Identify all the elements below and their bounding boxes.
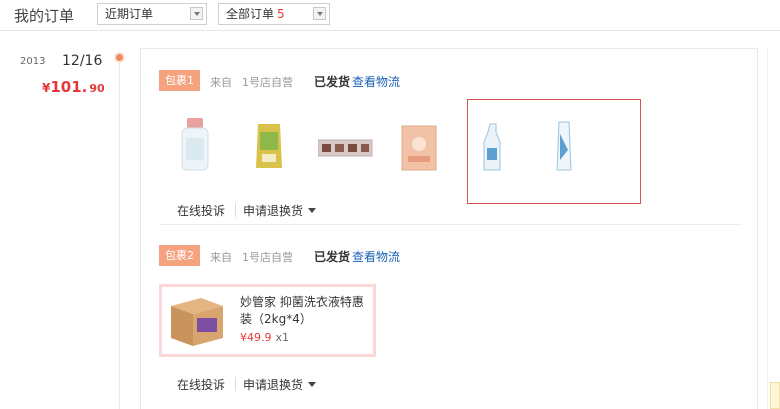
floating-tab[interactable] — [770, 382, 780, 409]
pouch-label — [260, 132, 278, 150]
from-label: 来自 — [210, 76, 232, 89]
timeline-dot — [114, 52, 125, 63]
action-divider — [235, 377, 236, 391]
complain-link[interactable]: 在线投诉 — [177, 376, 225, 393]
shipping-status: 已发货 — [314, 250, 351, 264]
selection-highlight — [467, 99, 641, 204]
order-year: 2013 — [20, 56, 46, 67]
product-wipes-box[interactable] — [400, 122, 440, 172]
bottle-label — [186, 138, 204, 160]
product-pacifier-set[interactable] — [318, 136, 374, 160]
page-title: 我的订单 — [14, 7, 75, 25]
pouch-panel — [262, 154, 276, 162]
order-total: ¥101. 90 — [42, 78, 105, 96]
header-divider — [0, 30, 780, 31]
pacifier-3 — [348, 144, 357, 152]
store-name: 1号店自营 — [242, 76, 293, 89]
box-label — [408, 156, 430, 162]
period-select[interactable]: 近期订单 — [97, 3, 207, 25]
chevron-down-icon[interactable] — [313, 7, 326, 20]
store-name: 1号店自营 — [242, 251, 293, 264]
product-price: ¥49.9 — [240, 331, 272, 344]
timeline-line — [119, 60, 120, 409]
product-detergent-box[interactable] — [167, 292, 227, 350]
pacifier-4 — [361, 144, 369, 152]
order-type-select-value: 全部订单 — [226, 7, 275, 21]
right-divider — [767, 48, 768, 409]
caret-down-icon[interactable] — [308, 382, 316, 387]
pacifier-2 — [335, 144, 344, 152]
chevron-down-icon[interactable] — [190, 7, 203, 20]
track-logistics-link[interactable]: 查看物流 — [352, 248, 400, 265]
bottle-cap — [187, 118, 203, 128]
from-label: 来自 — [210, 251, 232, 264]
box-label — [197, 318, 217, 332]
package-badge: 包裹2 — [159, 245, 200, 266]
box-face — [412, 137, 426, 151]
action-divider — [235, 203, 236, 217]
product-formula-pouch[interactable] — [252, 120, 288, 172]
period-select-value: 近期订单 — [105, 7, 154, 21]
order-type-select[interactable]: 全部订单 5 — [218, 3, 330, 25]
return-exchange-link[interactable]: 申请退换货 — [243, 202, 303, 219]
return-exchange-link[interactable]: 申请退换货 — [243, 376, 303, 393]
order-date: 12/16 — [62, 53, 103, 69]
order-count: 5 — [277, 7, 285, 21]
product-price-row: ¥49.9 x1 — [240, 331, 289, 344]
price-integer: 101. — [50, 78, 88, 96]
product-name[interactable]: 妙管家 抑菌洗衣液特惠装（2kg*4） — [240, 294, 372, 328]
shipping-status: 已发货 — [314, 75, 351, 89]
package-separator — [160, 224, 742, 225]
product-baby-bottle[interactable] — [178, 116, 212, 174]
price-decimal: 90 — [89, 82, 105, 95]
caret-down-icon[interactable] — [308, 208, 316, 213]
product-qty: x1 — [275, 331, 290, 344]
package-badge: 包裹1 — [159, 70, 200, 91]
pacifier-1 — [322, 144, 331, 152]
track-logistics-link[interactable]: 查看物流 — [352, 73, 400, 90]
complain-link[interactable]: 在线投诉 — [177, 202, 225, 219]
